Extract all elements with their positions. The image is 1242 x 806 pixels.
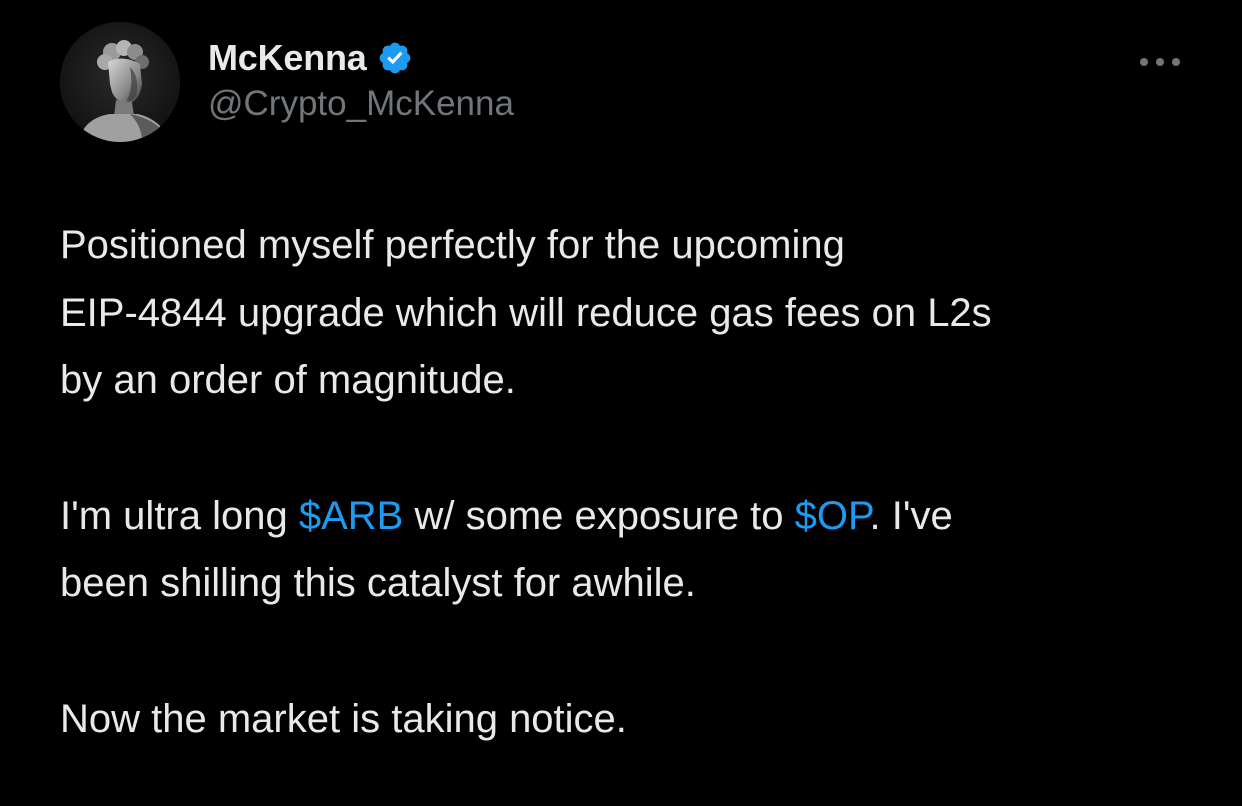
cashtag-op-link[interactable]: $OP <box>795 494 870 538</box>
name-row: McKenna <box>208 36 514 80</box>
text-segment: . I've <box>869 493 953 538</box>
text-segment: w/ some exposure to <box>403 493 795 538</box>
statue-avatar-icon <box>60 22 180 142</box>
more-options-icon <box>1140 58 1180 66</box>
text-line: been shilling this catalyst for awhile. <box>60 561 696 605</box>
text-line: by an order of magnitude. <box>60 358 516 402</box>
tweet: McKenna @Crypto_McKenna Positioned mysel… <box>0 0 1242 806</box>
text-line: Positioned myself perfectly for the upco… <box>60 223 845 267</box>
text-line: EIP-4844 upgrade which will reduce gas f… <box>60 290 992 335</box>
display-name[interactable]: McKenna <box>208 37 367 79</box>
verified-badge-icon <box>377 40 413 76</box>
more-options-button[interactable] <box>1130 42 1190 82</box>
avatar[interactable] <box>60 22 180 142</box>
text-line: Now the market is taking notice. <box>60 696 627 741</box>
text-segment: I'm ultra long <box>60 493 299 538</box>
text-line: I'm ultra long $ARB w/ some exposure to … <box>60 483 1200 551</box>
tweet-header: McKenna @Crypto_McKenna <box>60 22 1190 142</box>
cashtag-arb-link[interactable]: $ARB <box>299 494 404 538</box>
tweet-text: Positioned myself perfectly for the upco… <box>60 212 1200 753</box>
author-names: McKenna @Crypto_McKenna <box>208 36 514 124</box>
author-handle[interactable]: @Crypto_McKenna <box>208 84 514 124</box>
